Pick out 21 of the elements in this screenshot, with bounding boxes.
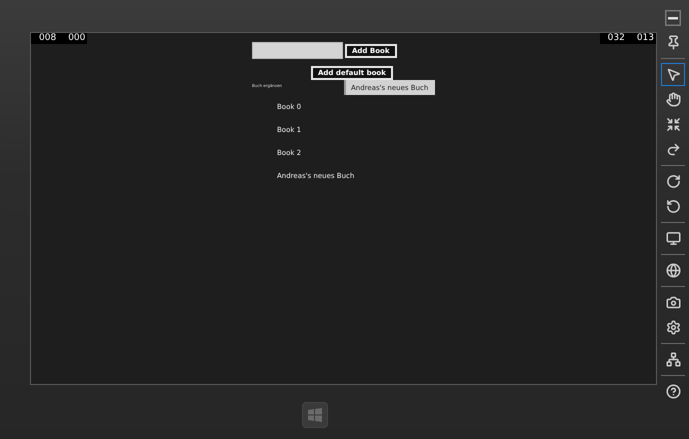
minimize-icon (665, 10, 681, 26)
monitor-icon (666, 231, 680, 246)
help-icon (666, 384, 680, 399)
counter-value: 000 (68, 33, 86, 44)
curved-arrow-icon (666, 142, 680, 157)
rotate-clockwise-icon (666, 174, 680, 189)
book-input-field[interactable] (252, 42, 343, 59)
counter-value: 008 (39, 33, 56, 44)
hand-icon (666, 92, 680, 107)
rotate-counterclockwise-icon (666, 199, 680, 214)
windows-logo-icon (308, 408, 322, 422)
pointer-icon (666, 67, 680, 82)
settings-icon (666, 320, 680, 335)
camera-icon (666, 295, 680, 310)
network-icon (666, 352, 680, 367)
pinch-icon (666, 117, 680, 132)
globe-icon (666, 263, 680, 278)
pointer-tool[interactable] (661, 63, 685, 86)
counter-value: 032 (608, 33, 625, 44)
pin-icon (666, 35, 680, 50)
counter-value: 013 (636, 33, 654, 44)
